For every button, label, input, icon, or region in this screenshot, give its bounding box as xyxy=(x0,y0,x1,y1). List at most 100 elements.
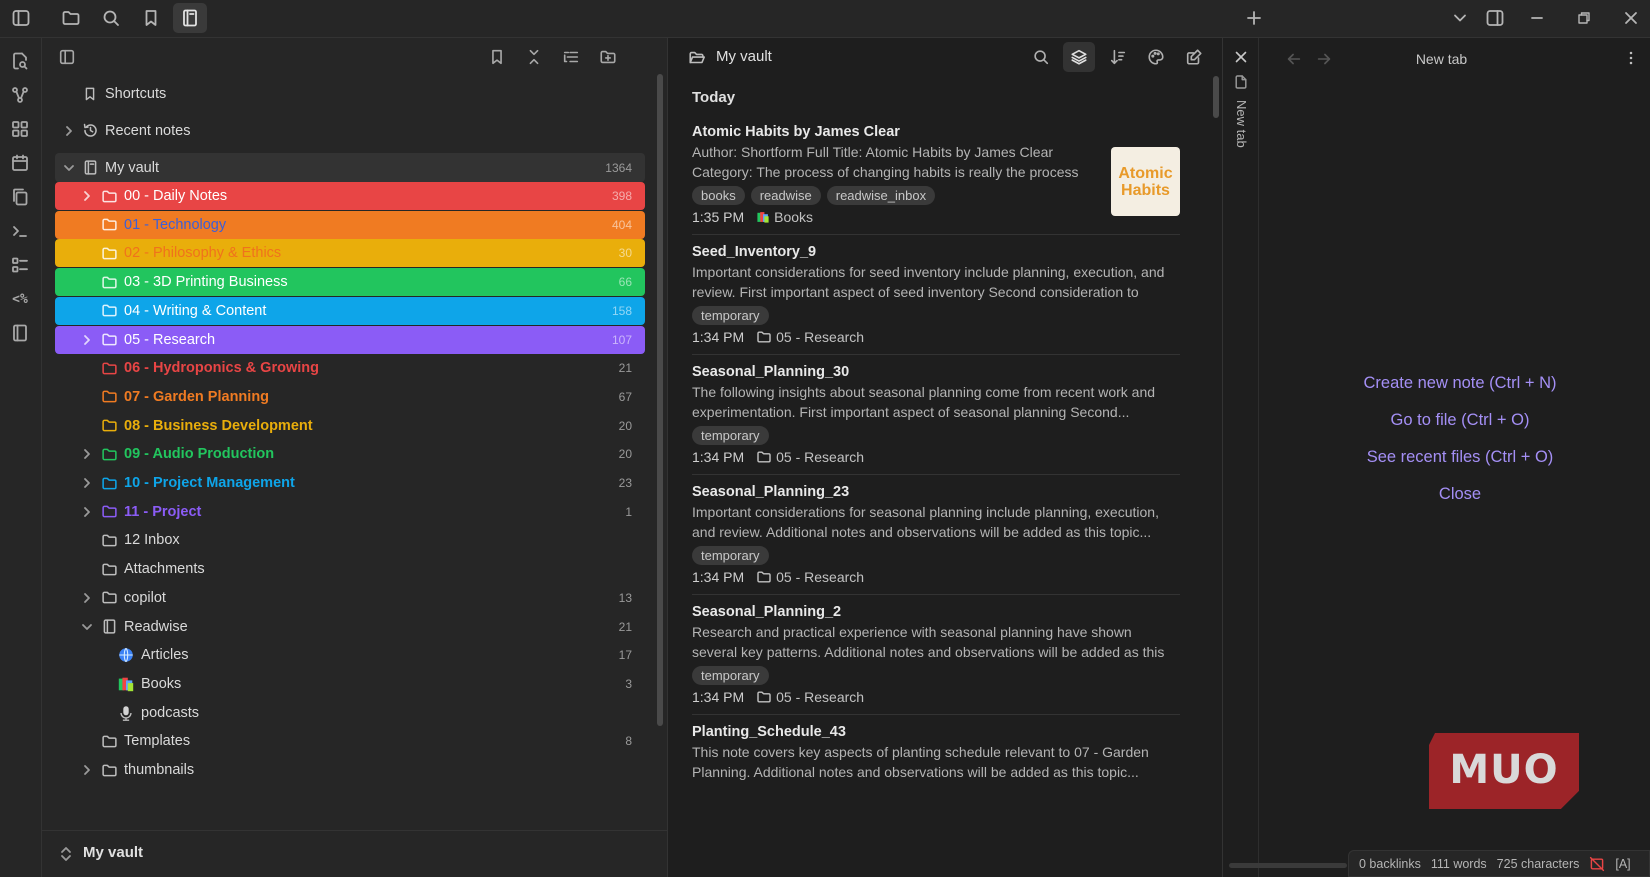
search-notes-icon[interactable] xyxy=(1025,42,1057,72)
calendar-icon[interactable] xyxy=(5,148,35,178)
folder-row-readwise[interactable]: Readwise 21 xyxy=(55,613,645,641)
chevron-right-icon[interactable] xyxy=(79,332,95,348)
close-window-icon[interactable] xyxy=(1614,3,1648,33)
bookmark-header-icon[interactable] xyxy=(482,42,512,72)
see-recent-files-link[interactable]: See recent files (Ctrl + O) xyxy=(1260,448,1650,467)
chevron-down-icon[interactable] xyxy=(1443,3,1477,33)
folder-row-daily-notes[interactable]: 00 - Daily Notes 398 xyxy=(55,182,645,210)
terminal-icon[interactable] xyxy=(5,216,35,246)
chevron-right-icon[interactable] xyxy=(79,762,95,778)
right-sidebar-toggle-icon[interactable] xyxy=(1478,3,1512,33)
folder-row-articles[interactable]: Articles 17 xyxy=(55,641,645,669)
note-folder[interactable]: 05 - Research xyxy=(756,449,864,465)
collapse-sidebar-icon[interactable] xyxy=(52,42,82,72)
note-folder[interactable]: 05 - Research xyxy=(756,569,864,585)
folder-row-3d-printing-business[interactable]: 03 - 3D Printing Business 66 xyxy=(55,268,645,297)
note-card[interactable]: Seasonal_Planning_30 The following insigh… xyxy=(692,364,1180,465)
chevron-right-icon[interactable] xyxy=(79,446,95,462)
shortcuts-row[interactable]: Shortcuts xyxy=(55,79,645,108)
note-list-scrollbar[interactable] xyxy=(1213,76,1219,118)
folder-label: 07 - Garden Planning xyxy=(124,388,270,405)
tag-pill[interactable]: temporary xyxy=(692,546,769,565)
note-folder-label: 05 - Research xyxy=(776,689,865,705)
folder-row-hydroponics-growing[interactable]: 06 - Hydroponics & Growing 21 xyxy=(55,354,645,382)
note-folder[interactable]: 05 - Research xyxy=(756,689,864,705)
note-card[interactable]: Planting_Schedule_43 This note covers key… xyxy=(692,724,1180,782)
folder-row-audio-production[interactable]: 09 - Audio Production 20 xyxy=(55,440,645,468)
folder-row-templates[interactable]: Templates 8 xyxy=(55,727,645,755)
folder-row-business-development[interactable]: 08 - Business Development 20 xyxy=(55,412,645,440)
note-card[interactable]: Seasonal_Planning_23 Important considerat… xyxy=(692,484,1180,585)
canvas-grid-icon[interactable] xyxy=(5,114,35,144)
tag-pill[interactable]: temporary xyxy=(692,666,769,685)
sort-list-icon[interactable] xyxy=(556,42,586,72)
tag-pill[interactable]: temporary xyxy=(692,426,769,445)
search-icon[interactable] xyxy=(94,3,128,33)
folder-row-technology[interactable]: 01 - Technology 404 xyxy=(55,210,645,239)
sort-icon[interactable] xyxy=(1102,42,1134,72)
chevron-right-icon[interactable] xyxy=(79,504,95,520)
chevron-right-icon[interactable] xyxy=(79,590,95,606)
folder-row-research[interactable]: 05 - Research 107 xyxy=(55,325,645,354)
editor-mode-indicator[interactable]: [A] xyxy=(1615,857,1630,871)
note-list-pane: My vault Today Atomic Habits by James Cl… xyxy=(668,38,1223,877)
note-card[interactable]: Seed_Inventory_9 Important considerations… xyxy=(692,244,1180,345)
date-group-label: Today xyxy=(692,89,736,106)
vault-switcher-chevron-icon[interactable] xyxy=(59,846,73,862)
notebook-ribbon-icon[interactable] xyxy=(5,318,35,348)
graph-view-icon[interactable] xyxy=(5,80,35,110)
note-card[interactable]: Atomic Habits by James Clear Author: Shor… xyxy=(692,124,1180,225)
palette-icon[interactable] xyxy=(1140,42,1172,72)
chevron-down-icon[interactable] xyxy=(79,619,95,635)
note-folder[interactable]: 05 - Research xyxy=(756,329,864,345)
horizontal-scrollbar[interactable] xyxy=(1229,863,1347,868)
checklist-icon[interactable] xyxy=(5,250,35,280)
new-note-icon[interactable] xyxy=(1178,42,1210,72)
folder-row-writing-content[interactable]: 04 - Writing & Content 158 xyxy=(55,296,645,325)
folder-icon xyxy=(100,560,118,578)
note-excerpt: Research and practical experience with s… xyxy=(692,624,1165,660)
create-new-note-link[interactable]: Create new note (Ctrl + N) xyxy=(1260,374,1650,393)
chevron-right-icon[interactable] xyxy=(79,188,95,204)
tag-pill[interactable]: readwise xyxy=(750,186,821,205)
vertical-tab-label[interactable]: New tab xyxy=(1234,100,1249,148)
recent-notes-row[interactable]: Recent notes xyxy=(55,116,645,145)
folder-icon[interactable] xyxy=(54,3,88,33)
restore-icon[interactable] xyxy=(1567,3,1601,33)
folder-row-inbox[interactable]: 12 Inbox xyxy=(55,526,645,554)
folder-row-philosophy-ethics[interactable]: 02 - Philosophy & Ethics 30 xyxy=(55,239,645,268)
vault-root-row[interactable]: My vault 1364 xyxy=(55,153,645,182)
new-folder-icon[interactable] xyxy=(593,42,623,72)
tag-pill[interactable]: readwise_inbox xyxy=(826,186,936,205)
vault-switcher-label[interactable]: My vault xyxy=(83,844,143,861)
copy-files-icon[interactable] xyxy=(5,182,35,212)
new-tab-plus-icon[interactable] xyxy=(1237,3,1271,33)
sidebar-toggle-icon[interactable] xyxy=(4,3,38,33)
minimize-icon[interactable] xyxy=(1520,3,1554,33)
layers-icon[interactable] xyxy=(1063,42,1095,72)
file-search-icon[interactable] xyxy=(5,46,35,76)
tag-pill[interactable]: temporary xyxy=(692,306,769,325)
folder-row-podcasts[interactable]: podcasts xyxy=(55,699,645,727)
backlinks-count[interactable]: 0 backlinks xyxy=(1359,857,1421,871)
folder-row-copilot[interactable]: copilot 13 xyxy=(55,584,645,612)
folder-row-books[interactable]: Books 3 xyxy=(55,670,645,698)
note-folder[interactable]: Books xyxy=(756,209,813,225)
chevron-right-icon[interactable] xyxy=(79,475,95,491)
folder-row-thumbnails[interactable]: thumbnails xyxy=(55,756,645,784)
explorer-scrollbar[interactable] xyxy=(657,74,663,726)
note-card[interactable]: Seasonal_Planning_2 Research and practica… xyxy=(692,604,1180,705)
close-link[interactable]: Close xyxy=(1260,485,1650,504)
collapse-all-icon[interactable] xyxy=(519,42,549,72)
folder-row-attachments[interactable]: Attachments xyxy=(55,555,645,583)
notebook-icon[interactable] xyxy=(173,3,207,33)
go-to-file-link[interactable]: Go to file (Ctrl + O) xyxy=(1260,411,1650,430)
template-code-icon[interactable]: <% xyxy=(5,284,35,314)
folder-row-garden-planning[interactable]: 07 - Garden Planning 67 xyxy=(55,383,645,411)
folder-row-project-management[interactable]: 10 - Project Management 23 xyxy=(55,469,645,497)
tag-pill[interactable]: books xyxy=(692,186,745,205)
bookmark-icon[interactable] xyxy=(134,3,168,33)
folder-row-project[interactable]: 11 - Project 1 xyxy=(55,498,645,526)
folder-label: Readwise xyxy=(124,618,188,635)
sync-off-icon[interactable] xyxy=(1589,856,1605,872)
